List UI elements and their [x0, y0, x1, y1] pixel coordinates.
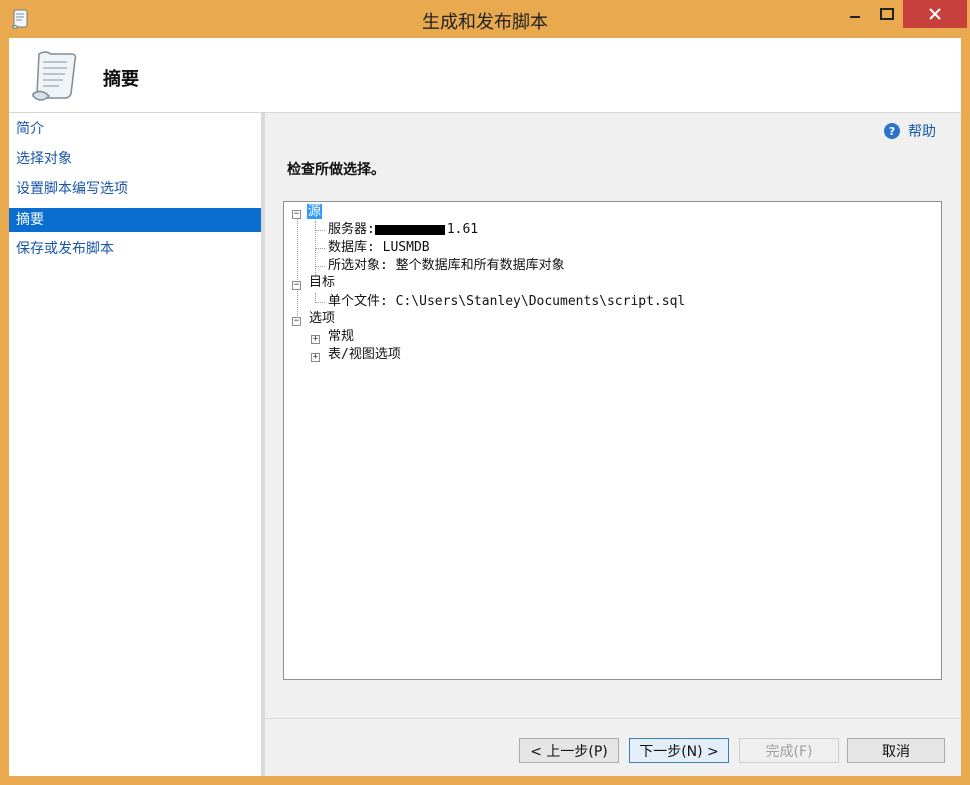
title-bar[interactable]: 生成和发布脚本: [0, 0, 970, 38]
back-button[interactable]: < 上一步(P): [519, 738, 619, 763]
server-value: 1.61: [446, 222, 479, 237]
nav-item-summary[interactable]: 摘要: [9, 208, 261, 232]
next-button[interactable]: 下一步(N) >: [629, 738, 729, 763]
close-button[interactable]: [903, 0, 967, 28]
collapse-toggle-options[interactable]: −: [292, 317, 301, 326]
collapse-toggle-source[interactable]: −: [292, 210, 301, 219]
help-label: 帮助: [908, 124, 936, 140]
wizard-nav: 简介 选择对象 设置脚本编写选项 摘要 保存或发布脚本: [9, 113, 261, 776]
tree-line: [315, 248, 325, 249]
expand-toggle-general[interactable]: +: [311, 335, 320, 344]
help-icon: ?: [884, 123, 900, 139]
server-label: 服务器:: [328, 222, 375, 237]
collapse-toggle-target[interactable]: −: [292, 281, 301, 290]
nav-item-scripting-options[interactable]: 设置脚本编写选项: [9, 177, 261, 201]
maximize-icon: [880, 8, 894, 20]
cancel-button[interactable]: 取消: [847, 738, 945, 763]
window-title: 生成和发布脚本: [422, 12, 548, 33]
summary-tree: − 源 服务器: 1.61 数据库: LUSMDB 所选对象: 整个数据库和所有数…: [284, 202, 941, 679]
nav-divider: [261, 113, 265, 776]
tree-line: [315, 266, 325, 267]
tree-node-selected-objects[interactable]: 所选对象: 整个数据库和所有数据库对象: [328, 257, 565, 275]
nav-item-save-publish[interactable]: 保存或发布脚本: [9, 237, 261, 261]
summary-tree-box[interactable]: − 源 服务器: 1.61 数据库: LUSMDB 所选对象: 整个数据库和所有数…: [283, 201, 942, 680]
page-title: 摘要: [103, 69, 139, 90]
dialog-window: 生成和发布脚本 摘要 简介 选择对象 设置脚本编写选项 摘要 保存或发布脚本 ?…: [0, 0, 970, 785]
tree-line: [315, 230, 325, 231]
maximize-button[interactable]: [870, 0, 904, 28]
tree-node-database[interactable]: 数据库: LUSMDB: [328, 239, 430, 257]
nav-item-choose-objects[interactable]: 选择对象: [9, 147, 261, 171]
tree-node-general[interactable]: 常规: [328, 328, 354, 346]
tree-node-server[interactable]: 服务器: 1.61: [328, 221, 478, 239]
tree-line: [297, 216, 298, 322]
finish-button[interactable]: 完成(F): [739, 738, 839, 763]
tree-node-source[interactable]: 源: [307, 203, 323, 221]
help-link[interactable]: ? 帮助: [884, 121, 936, 141]
page-header: 摘要: [9, 38, 961, 112]
tree-node-options[interactable]: 选项: [309, 310, 335, 328]
nav-item-intro[interactable]: 简介: [9, 117, 261, 141]
window-bottom-border: [0, 776, 970, 785]
footer-divider: [265, 718, 961, 719]
expand-toggle-table-view[interactable]: +: [311, 353, 320, 362]
source-label: 源: [307, 204, 323, 219]
minimize-icon: [850, 16, 860, 18]
minimize-button[interactable]: [838, 0, 872, 28]
tree-node-table-view-options[interactable]: 表/视图选项: [328, 346, 401, 364]
script-scroll-icon: [25, 46, 81, 106]
close-icon: [929, 8, 941, 20]
tree-node-target[interactable]: 目标: [309, 274, 335, 292]
tree-line: [315, 302, 325, 303]
redacted-mark: [374, 224, 445, 235]
tree-node-single-file[interactable]: 单个文件: C:\Users\Stanley\Documents\script.…: [328, 293, 685, 311]
section-title: 检查所做选择。: [287, 162, 385, 178]
